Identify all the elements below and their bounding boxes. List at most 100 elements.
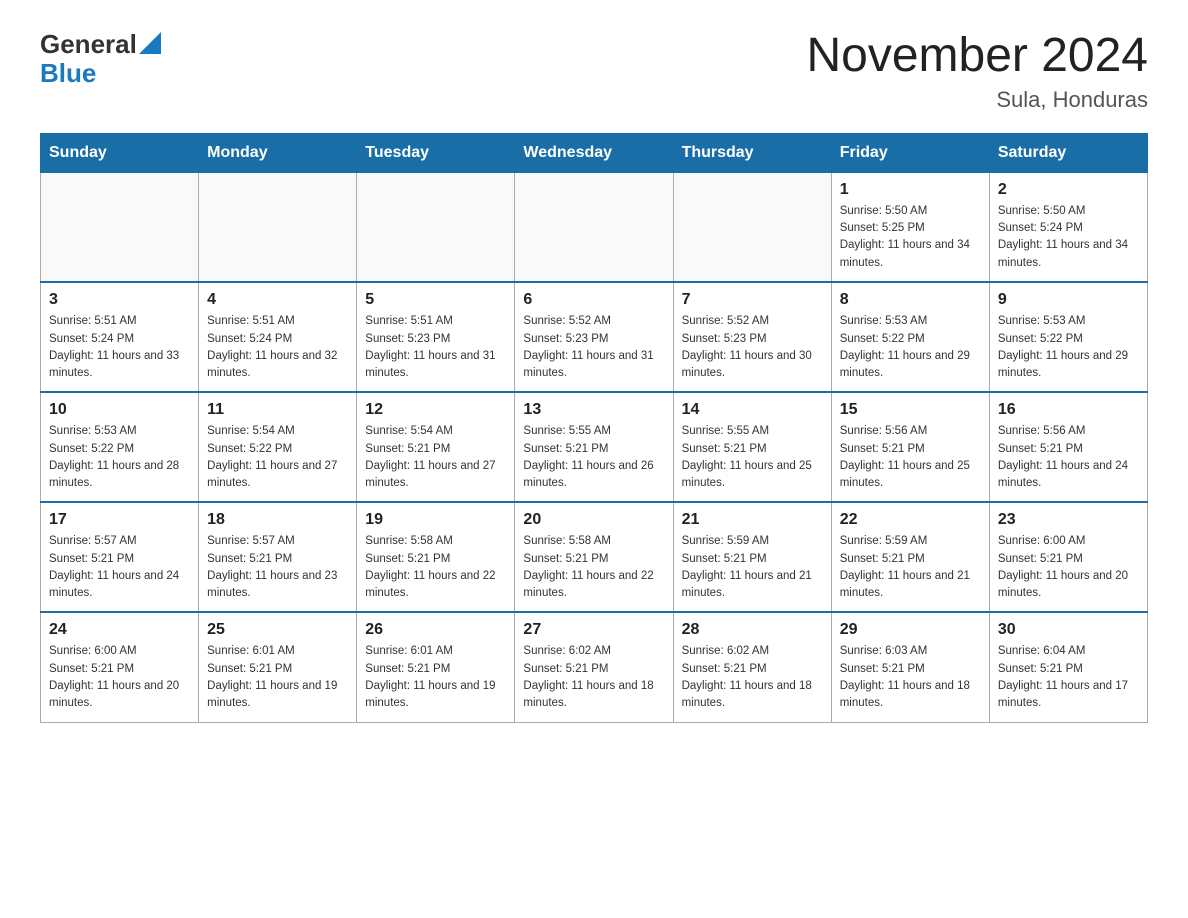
header-friday: Friday xyxy=(831,133,989,172)
calendar-week-row: 24 Sunrise: 6:00 AMSunset: 5:21 PMDayligh… xyxy=(41,612,1148,722)
day-info: Sunrise: 6:02 AMSunset: 5:21 PMDaylight:… xyxy=(682,643,823,712)
day-info: Sunrise: 5:59 AMSunset: 5:21 PMDaylight:… xyxy=(840,533,981,602)
calendar-day-cell: 27Sunrise: 6:02 AMSunset: 5:21 PMDayligh… xyxy=(515,612,673,722)
calendar-subtitle: Sula, Honduras xyxy=(806,87,1148,113)
day-number: 10 xyxy=(49,401,190,419)
calendar-day-cell: 24 Sunrise: 6:00 AMSunset: 5:21 PMDayligh… xyxy=(41,612,199,722)
day-info: Sunrise: 5:55 AMSunset: 5:21 PMDaylight:… xyxy=(682,423,823,492)
calendar-week-row: 17 Sunrise: 5:57 AMSunset: 5:21 PMDayligh… xyxy=(41,502,1148,612)
day-info: Sunrise: 6:03 AMSunset: 5:21 PMDaylight:… xyxy=(840,643,981,712)
day-number: 23 xyxy=(998,511,1139,529)
calendar-day-cell xyxy=(515,172,673,282)
day-number: 12 xyxy=(365,401,506,419)
calendar-day-cell: 22 Sunrise: 5:59 AMSunset: 5:21 PMDayligh… xyxy=(831,502,989,612)
day-info: Sunrise: 5:57 AMSunset: 5:21 PMDaylight:… xyxy=(207,533,348,602)
day-info: Sunrise: 5:58 AMSunset: 5:21 PMDaylight:… xyxy=(365,533,506,602)
day-info: Sunrise: 5:56 AMSunset: 5:21 PMDaylight:… xyxy=(840,423,981,492)
day-number: 17 xyxy=(49,511,190,529)
calendar-day-cell: 3 Sunrise: 5:51 AMSunset: 5:24 PMDaylight… xyxy=(41,282,199,392)
day-info: Sunrise: 5:54 AMSunset: 5:22 PMDaylight:… xyxy=(207,423,348,492)
day-number: 8 xyxy=(840,291,981,309)
day-info: Sunrise: 5:52 AMSunset: 5:23 PMDaylight:… xyxy=(523,313,664,382)
title-section: November 2024 Sula, Honduras xyxy=(806,30,1148,113)
day-info: Sunrise: 5:57 AMSunset: 5:21 PMDaylight:… xyxy=(49,533,190,602)
calendar-day-cell: 8Sunrise: 5:53 AMSunset: 5:22 PMDaylight… xyxy=(831,282,989,392)
day-number: 11 xyxy=(207,401,348,419)
logo-triangle-icon xyxy=(139,32,161,54)
calendar-day-cell: 25 Sunrise: 6:01 AMSunset: 5:21 PMDayligh… xyxy=(199,612,357,722)
day-number: 14 xyxy=(682,401,823,419)
calendar-day-cell: 5Sunrise: 5:51 AMSunset: 5:23 PMDaylight… xyxy=(357,282,515,392)
day-info: Sunrise: 6:01 AMSunset: 5:21 PMDaylight:… xyxy=(207,643,348,712)
calendar-table: Sunday Monday Tuesday Wednesday Thursday… xyxy=(40,133,1148,723)
day-number: 26 xyxy=(365,621,506,639)
calendar-day-cell: 1 Sunrise: 5:50 AMSunset: 5:25 PMDaylight… xyxy=(831,172,989,282)
day-number: 19 xyxy=(365,511,506,529)
day-number: 2 xyxy=(998,181,1139,199)
day-number: 20 xyxy=(523,511,664,529)
day-number: 30 xyxy=(998,621,1139,639)
calendar-day-cell: 4 Sunrise: 5:51 AMSunset: 5:24 PMDaylight… xyxy=(199,282,357,392)
calendar-day-cell xyxy=(673,172,831,282)
calendar-day-cell: 18 Sunrise: 5:57 AMSunset: 5:21 PMDayligh… xyxy=(199,502,357,612)
day-number: 22 xyxy=(840,511,981,529)
header-wednesday: Wednesday xyxy=(515,133,673,172)
day-number: 9 xyxy=(998,291,1139,309)
day-number: 28 xyxy=(682,621,823,639)
calendar-day-cell: 14 Sunrise: 5:55 AMSunset: 5:21 PMDayligh… xyxy=(673,392,831,502)
day-number: 24 xyxy=(49,621,190,639)
day-info: Sunrise: 5:55 AMSunset: 5:21 PMDaylight:… xyxy=(523,423,664,492)
calendar-day-cell: 19 Sunrise: 5:58 AMSunset: 5:21 PMDayligh… xyxy=(357,502,515,612)
calendar-day-cell xyxy=(199,172,357,282)
calendar-day-cell: 2 Sunrise: 5:50 AMSunset: 5:24 PMDaylight… xyxy=(989,172,1147,282)
calendar-day-cell: 6 Sunrise: 5:52 AMSunset: 5:23 PMDaylight… xyxy=(515,282,673,392)
day-info: Sunrise: 5:51 AMSunset: 5:24 PMDaylight:… xyxy=(207,313,348,382)
calendar-day-cell: 12 Sunrise: 5:54 AMSunset: 5:21 PMDayligh… xyxy=(357,392,515,502)
calendar-title: November 2024 xyxy=(806,30,1148,83)
calendar-day-cell: 16 Sunrise: 5:56 AMSunset: 5:21 PMDayligh… xyxy=(989,392,1147,502)
day-number: 29 xyxy=(840,621,981,639)
calendar-day-cell: 23Sunrise: 6:00 AMSunset: 5:21 PMDayligh… xyxy=(989,502,1147,612)
calendar-day-cell: 28 Sunrise: 6:02 AMSunset: 5:21 PMDayligh… xyxy=(673,612,831,722)
day-number: 13 xyxy=(523,401,664,419)
day-info: Sunrise: 5:50 AMSunset: 5:25 PMDaylight:… xyxy=(840,203,981,272)
day-number: 7 xyxy=(682,291,823,309)
header-sunday: Sunday xyxy=(41,133,199,172)
calendar-day-cell: 29 Sunrise: 6:03 AMSunset: 5:21 PMDayligh… xyxy=(831,612,989,722)
day-number: 16 xyxy=(998,401,1139,419)
calendar-day-cell xyxy=(357,172,515,282)
day-info: Sunrise: 5:52 AMSunset: 5:23 PMDaylight:… xyxy=(682,313,823,382)
day-number: 6 xyxy=(523,291,664,309)
day-number: 25 xyxy=(207,621,348,639)
day-number: 3 xyxy=(49,291,190,309)
day-number: 4 xyxy=(207,291,348,309)
day-number: 1 xyxy=(840,181,981,199)
day-info: Sunrise: 5:58 AMSunset: 5:21 PMDaylight:… xyxy=(523,533,664,602)
day-info: Sunrise: 5:50 AMSunset: 5:24 PMDaylight:… xyxy=(998,203,1139,272)
day-number: 21 xyxy=(682,511,823,529)
calendar-day-cell: 10 Sunrise: 5:53 AMSunset: 5:22 PMDayligh… xyxy=(41,392,199,502)
calendar-day-cell: 11 Sunrise: 5:54 AMSunset: 5:22 PMDayligh… xyxy=(199,392,357,502)
day-info: Sunrise: 6:00 AMSunset: 5:21 PMDaylight:… xyxy=(49,643,190,712)
day-number: 18 xyxy=(207,511,348,529)
header-monday: Monday xyxy=(199,133,357,172)
day-number: 15 xyxy=(840,401,981,419)
day-number: 5 xyxy=(365,291,506,309)
day-info: Sunrise: 5:53 AMSunset: 5:22 PMDaylight:… xyxy=(998,313,1139,382)
calendar-day-cell: 21 Sunrise: 5:59 AMSunset: 5:21 PMDayligh… xyxy=(673,502,831,612)
header-saturday: Saturday xyxy=(989,133,1147,172)
calendar-day-cell xyxy=(41,172,199,282)
day-info: Sunrise: 6:02 AMSunset: 5:21 PMDaylight:… xyxy=(523,643,664,712)
calendar-day-cell: 9 Sunrise: 5:53 AMSunset: 5:22 PMDaylight… xyxy=(989,282,1147,392)
day-info: Sunrise: 5:56 AMSunset: 5:21 PMDaylight:… xyxy=(998,423,1139,492)
day-info: Sunrise: 5:54 AMSunset: 5:21 PMDaylight:… xyxy=(365,423,506,492)
calendar-day-cell: 13 Sunrise: 5:55 AMSunset: 5:21 PMDayligh… xyxy=(515,392,673,502)
logo: General Blue xyxy=(40,30,161,87)
weekday-header-row: Sunday Monday Tuesday Wednesday Thursday… xyxy=(41,133,1148,172)
day-info: Sunrise: 6:04 AMSunset: 5:21 PMDaylight:… xyxy=(998,643,1139,712)
header-tuesday: Tuesday xyxy=(357,133,515,172)
day-info: Sunrise: 5:59 AMSunset: 5:21 PMDaylight:… xyxy=(682,533,823,602)
day-info: Sunrise: 6:01 AMSunset: 5:21 PMDaylight:… xyxy=(365,643,506,712)
day-info: Sunrise: 5:51 AMSunset: 5:24 PMDaylight:… xyxy=(49,313,190,382)
day-info: Sunrise: 5:53 AMSunset: 5:22 PMDaylight:… xyxy=(49,423,190,492)
